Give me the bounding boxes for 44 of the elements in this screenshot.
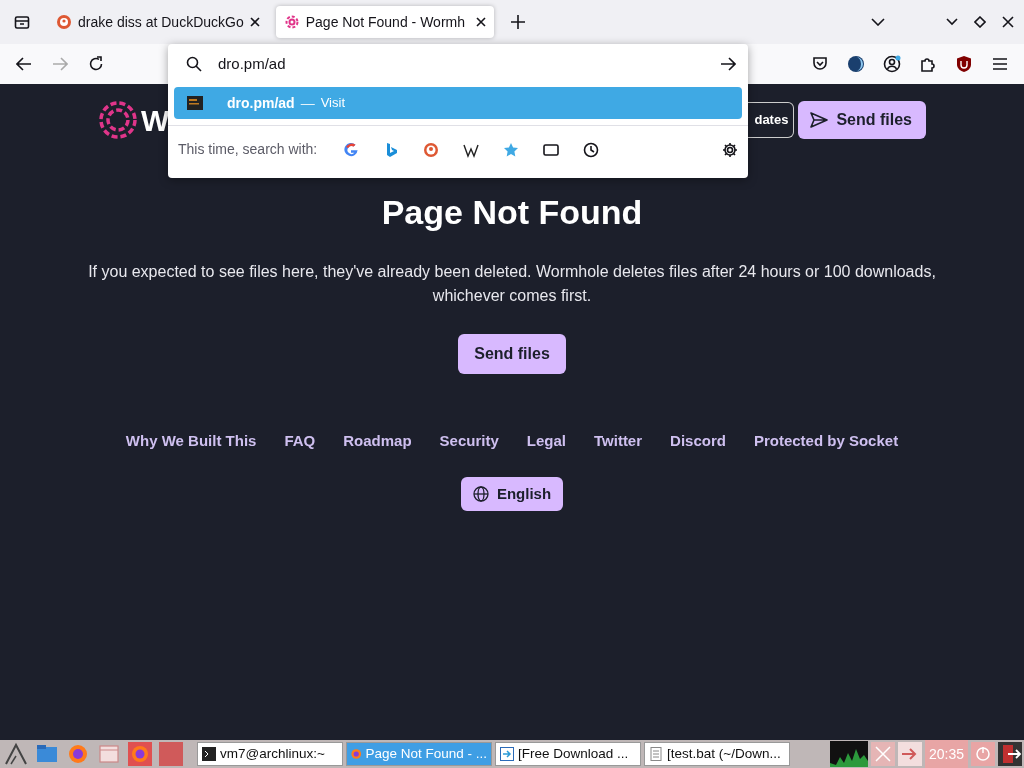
site-favicon-icon [187,96,203,110]
language-button[interactable]: English [460,476,564,512]
footer-link[interactable]: Legal [526,430,566,453]
terminal-icon [202,747,216,761]
browser-tab[interactable]: drake diss at DuckDuckGo [48,6,268,38]
go-arrow-icon[interactable] [720,57,736,71]
download-icon [500,747,514,761]
browser-tab[interactable]: Page Not Found - Wormh [275,6,494,38]
document-icon [649,747,663,761]
taskbar-button[interactable]: vm7@archlinux:~ [197,742,343,766]
browser-icon[interactable] [126,741,154,767]
globe-icon [472,485,489,502]
footer-link[interactable]: Security [439,430,499,453]
settings-icon[interactable] [722,141,738,158]
separator-dash: — [300,93,315,113]
visit-label: Visit [320,94,345,113]
search-with-label: This time, search with: [178,140,318,159]
close-icon[interactable] [249,17,260,27]
send-icon [810,112,829,128]
spiral-logo-icon [283,14,300,30]
clock: 20:35 [924,739,968,768]
search-icon [186,56,202,72]
footer-link[interactable]: Roadmap [343,430,412,453]
footer-link[interactable]: Protected by Socket [753,430,899,453]
close-icon[interactable] [475,17,486,27]
send-files-button[interactable]: Send files [798,101,926,139]
logout-icon[interactable] [897,742,922,766]
system-monitor-graph [829,741,868,767]
taskbar-button[interactable]: [test.bat (~/Down... [644,742,790,766]
exit-icon[interactable] [998,742,1022,766]
footer-link[interactable]: FAQ [284,430,316,453]
browser-icon [351,747,362,761]
duck-logo-icon [56,14,72,30]
taskbar-button[interactable]: [Free Download ... [495,742,641,766]
suggestion-url: dro.pm/ad [227,93,295,113]
logo-text: W [141,102,170,139]
send-files-button[interactable]: Send files [458,334,566,375]
launcher-icon[interactable] [2,741,30,767]
footer-link[interactable]: Discord [670,430,726,453]
page-heading: Page Not Found [381,192,643,233]
footer-link[interactable]: Twitter [594,430,643,453]
error-message: If you expected to see files here, they've already been deleted. Wormhole deletes files after 24 hours or 100 downloads, whichever comes first. [87,262,937,307]
footer-link[interactable]: Why We Built This [125,430,257,453]
spiral-logo-icon [98,100,138,140]
